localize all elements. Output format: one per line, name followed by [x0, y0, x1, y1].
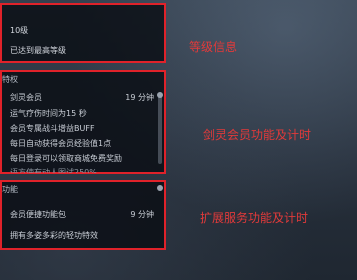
member-timer: 19 分钟: [125, 93, 154, 102]
privilege-item-2: 会员专属战斗增益BUFF: [10, 124, 95, 133]
level-status: 已达到最高等级: [10, 46, 66, 55]
annotation-level: 等级信息: [189, 40, 238, 54]
extension-panel: 功能 会员便捷功能包 9 分钟 拥有多姿多彩的轻功特效: [0, 180, 166, 250]
member-label: 剑灵会员: [10, 93, 42, 102]
privilege-item-1: 运气疗伤时间为15 秒: [10, 109, 87, 118]
pack-label: 会员便捷功能包: [10, 210, 66, 219]
privilege-scrollbar[interactable]: [158, 94, 162, 164]
privilege-item-4: 每日登录可以领取商城免费奖励: [10, 154, 122, 163]
extension-scroll-knob[interactable]: [157, 185, 163, 191]
privilege-panel: 特权 剑灵会员 19 分钟 运气疗伤时间为15 秒 会员专属战斗增益BUFF 每…: [0, 70, 166, 174]
privilege-scroll-knob[interactable]: [157, 92, 163, 98]
extension-item-1: 拥有多姿多彩的轻功特效: [10, 231, 98, 240]
extension-title: 功能: [2, 185, 18, 194]
privilege-item-5: 语方使有动人图试250%: [10, 168, 97, 173]
level-info-panel: 10级 已达到最高等级: [0, 3, 166, 63]
privilege-item-3: 每日自动获得会员经验值1点: [10, 139, 112, 148]
pack-timer: 9 分钟: [130, 210, 154, 219]
annotation-extension: 扩展服务功能及计时: [200, 211, 309, 225]
annotation-member: 剑灵会员功能及计时: [203, 128, 312, 142]
privilege-title: 特权: [2, 75, 18, 84]
level-value: 10级: [10, 26, 29, 35]
